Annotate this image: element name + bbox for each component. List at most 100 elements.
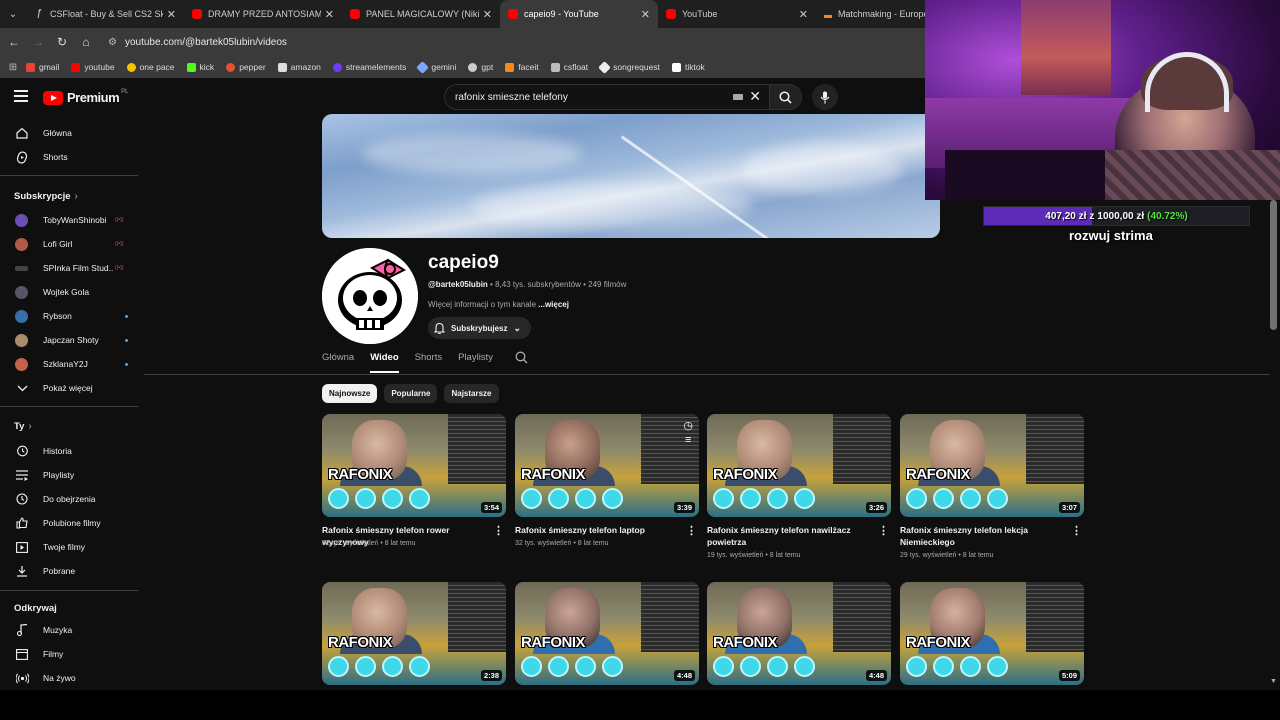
sidebar-item-shorts[interactable]: Shorts — [0, 145, 138, 169]
browser-tab[interactable]: YouTube ✕ — [658, 0, 816, 28]
site-info-icon[interactable]: ⚙ — [108, 37, 117, 48]
new-content-dot — [125, 314, 128, 318]
video-thumbnail[interactable]: RAFONIX 3:54 — [322, 414, 506, 517]
sidebar-sub-item[interactable]: Rybson — [0, 304, 138, 328]
video-thumbnail[interactable]: RAFONIX 3:26 — [707, 414, 891, 517]
channel-description[interactable]: Więcej informacji o tym kanale ...więcej — [428, 300, 569, 309]
more-link[interactable]: ...więcej — [538, 300, 569, 309]
voice-search-button[interactable] — [812, 84, 838, 110]
video-card[interactable]: RAFONIX 5:09 — [900, 582, 1084, 685]
tab-shorts[interactable]: Shorts — [415, 352, 442, 371]
video-card[interactable]: RAFONIX 3:26 Rafonix śmieszny telefon na… — [707, 414, 891, 559]
chip-popular[interactable]: Popularne — [384, 384, 438, 403]
bookmark-youtube[interactable]: youtube — [71, 62, 115, 72]
more-actions-icon[interactable]: ⋮ — [686, 524, 697, 537]
video-card[interactable]: RAFONIX 4:48 — [707, 582, 891, 685]
bookmark-streamelements[interactable]: streamelements — [332, 62, 406, 72]
menu-hamburger-icon[interactable] — [14, 90, 28, 105]
show-more-button[interactable]: Pokaż więcej — [0, 376, 138, 400]
home-button-icon[interactable]: ⌂ — [74, 35, 98, 49]
more-actions-icon[interactable]: ⋮ — [878, 524, 889, 537]
chip-newest[interactable]: Najnowsze — [322, 384, 378, 403]
sidebar-item-movies[interactable]: Filmy — [0, 642, 138, 666]
scroll-down-arrow-icon[interactable]: ▼ — [1270, 678, 1277, 685]
video-thumbnail[interactable]: RAFONIX 4:48 — [707, 582, 891, 685]
bookmark-tiktok[interactable]: tiktok — [671, 62, 705, 72]
video-thumbnail[interactable]: RAFONIX 5:09 — [900, 582, 1084, 685]
sidebar-item-playlists[interactable]: Playlisty — [0, 463, 138, 487]
video-thumbnail[interactable]: RAFONIX 4:48 — [515, 582, 699, 685]
forward-arrow-icon[interactable]: → — [26, 35, 50, 49]
subscriptions-heading[interactable]: Subskrypcje › — [14, 191, 78, 202]
sidebar-sub-item[interactable]: Lofi Girl ((•)) — [0, 232, 138, 256]
video-card[interactable]: RAFONIX 4:48 — [515, 582, 699, 685]
bookmark-songrequest[interactable]: songrequest — [598, 60, 660, 74]
video-thumbnail[interactable]: RAFONIX 3:07 — [900, 414, 1084, 517]
sidebar-sub-item[interactable]: Wojtek Gola — [0, 280, 138, 304]
video-thumbnail[interactable]: RAFONIX 2:38 — [322, 582, 506, 685]
close-tab-icon[interactable]: ✕ — [799, 8, 808, 21]
url-field[interactable]: ⚙ youtube.com/@bartek05lubin/videos — [108, 37, 287, 48]
video-card[interactable]: RAFONIX 3:54 Rafonix śmieszny telefon ro… — [322, 414, 506, 547]
search-input[interactable]: rafonix smieszne telefony ✕ — [444, 84, 770, 110]
sidebar-sub-item[interactable]: TobyWanShinobi ((•)) — [0, 208, 138, 232]
browser-tab[interactable]: PANEL MAGICALOWY (Nikita, M ✕ — [342, 0, 500, 28]
scrollbar-thumb[interactable] — [1270, 200, 1277, 330]
video-title[interactable]: Rafonix śmieszny telefon nawilżacz powie… — [707, 524, 875, 548]
sidebar-item-home[interactable]: Główna — [0, 121, 138, 145]
sidebar-item-downloads[interactable]: Pobrane — [0, 559, 138, 583]
watch-later-icon[interactable]: ◷ — [683, 419, 693, 433]
video-title[interactable]: Rafonix śmieszny telefon lekcja Niemieck… — [900, 524, 1068, 548]
close-tab-icon[interactable]: ✕ — [483, 8, 492, 21]
bookmark-gpt[interactable]: gpt — [468, 62, 493, 72]
bookmark-kick[interactable]: kick — [186, 62, 214, 72]
sidebar-sub-item[interactable]: SzklanaY2J — [0, 352, 138, 376]
sidebar-item-your-videos[interactable]: Twoje filmy — [0, 535, 138, 559]
sidebar-sub-item[interactable]: Japczan Shoty — [0, 328, 138, 352]
reload-icon[interactable]: ↻ — [50, 35, 74, 49]
bookmark-amazon[interactable]: amazon — [277, 62, 321, 72]
keyboard-icon[interactable] — [733, 94, 743, 100]
chip-oldest[interactable]: Najstarsze — [444, 384, 499, 403]
bookmark-gmail[interactable]: gmail — [26, 62, 59, 72]
tab-videos[interactable]: Wideo — [370, 352, 399, 373]
video-card[interactable]: RAFONIX 3:07 Rafonix śmieszny telefon le… — [900, 414, 1084, 559]
sidebar-item-history[interactable]: Historia — [0, 439, 138, 463]
channel-search-icon[interactable] — [515, 351, 528, 369]
channel-avatar[interactable] — [322, 248, 418, 344]
tab-playlists[interactable]: Playlisty — [458, 352, 493, 371]
close-tab-icon[interactable]: ✕ — [641, 8, 650, 21]
browser-tab[interactable]: DRAMY PRZED ANTOSIAMI! SI ✕ — [184, 0, 342, 28]
bookmark-gemini[interactable]: gemini — [416, 60, 456, 74]
browser-tab-active[interactable]: capeio9 - YouTube ✕ — [500, 0, 658, 28]
more-actions-icon[interactable]: ⋮ — [1071, 524, 1082, 537]
sidebar-item-live[interactable]: Na żywo — [0, 666, 138, 690]
apps-grid-icon[interactable]: ⊞ — [0, 62, 26, 73]
bookmark-pepper[interactable]: pepper — [226, 62, 266, 72]
video-card[interactable]: RAFONIX 2:38 — [322, 582, 506, 685]
video-thumbnail[interactable]: RAFONIX ◷ ≡ 3:39 — [515, 414, 699, 517]
back-arrow-icon[interactable]: ← — [2, 35, 26, 49]
sidebar-item-liked[interactable]: Polubione filmy — [0, 511, 138, 535]
search-button[interactable] — [770, 84, 802, 110]
subscribed-button[interactable]: Subskrybujesz ⌄ — [428, 317, 531, 339]
tab-search-icon[interactable]: ⌄ — [0, 0, 26, 28]
video-title[interactable]: Rafonix śmieszny telefon laptop — [515, 524, 683, 536]
browser-tab[interactable]: ƒ CSFloat - Buy & Sell CS2 Skins ✕ — [26, 0, 184, 28]
sidebar-sub-item[interactable]: SPInka Film Stud... ((•)) — [0, 256, 138, 280]
close-tab-icon[interactable]: ✕ — [325, 8, 334, 21]
youtube-premium-logo[interactable]: Premium PL — [43, 89, 128, 105]
video-card[interactable]: RAFONIX ◷ ≡ 3:39 Rafonix śmieszny telefo… — [515, 414, 699, 547]
close-tab-icon[interactable]: ✕ — [167, 8, 176, 21]
bookmark-one-pace[interactable]: one pace — [126, 62, 175, 72]
clear-search-icon[interactable]: ✕ — [749, 88, 761, 105]
streamelements-icon — [332, 62, 342, 72]
sidebar-item-watch-later[interactable]: Do obejrzenia — [0, 487, 138, 511]
bookmark-faceit[interactable]: faceit — [505, 62, 539, 72]
more-actions-icon[interactable]: ⋮ — [493, 524, 504, 537]
you-heading[interactable]: Ty › — [14, 421, 32, 432]
sidebar-item-music[interactable]: Muzyka — [0, 618, 138, 642]
add-to-queue-icon[interactable]: ≡ — [683, 433, 693, 447]
tab-home[interactable]: Główna — [322, 352, 354, 371]
bookmark-csfloat[interactable]: csfloat — [550, 62, 588, 72]
